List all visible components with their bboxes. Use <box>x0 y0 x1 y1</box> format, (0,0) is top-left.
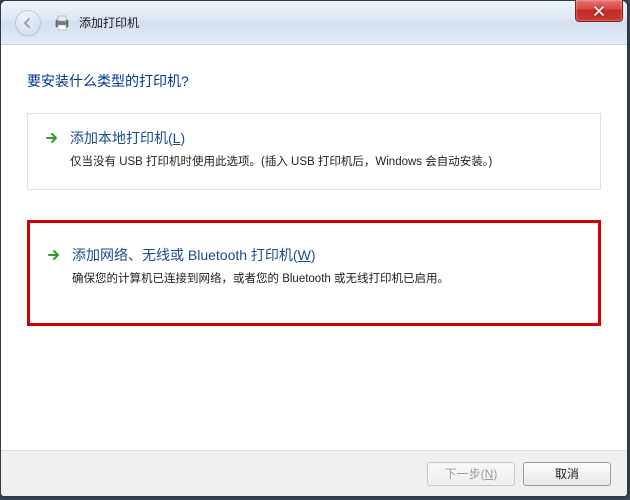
content-area: 要安装什么类型的打印机? 添加本地打印机(L) 仅当没有 USB 打印机时使用此… <box>1 45 627 450</box>
option-title: 添加网络、无线或 Bluetooth 打印机(W) <box>72 245 582 265</box>
close-button[interactable] <box>575 0 623 22</box>
printer-icon <box>53 14 71 32</box>
back-button[interactable] <box>15 10 41 36</box>
option-network-printer[interactable]: 添加网络、无线或 Bluetooth 打印机(W) 确保您的计算机已连接到网络，… <box>27 220 601 325</box>
add-printer-wizard-window: 添加打印机 要安装什么类型的打印机? 添加本地打印机(L) 仅当没有 US <box>0 0 628 497</box>
window-title: 添加打印机 <box>79 14 139 31</box>
arrow-right-icon <box>44 130 60 146</box>
option-body: 添加网络、无线或 Bluetooth 打印机(W) 确保您的计算机已连接到网络，… <box>72 245 582 288</box>
cancel-button[interactable]: 取消 <box>523 462 611 486</box>
close-icon <box>593 6 605 16</box>
back-arrow-icon <box>22 17 34 29</box>
page-heading: 要安装什么类型的打印机? <box>27 71 601 91</box>
footer: 下一步(N) 取消 <box>1 450 627 496</box>
option-description: 仅当没有 USB 打印机时使用此选项。(插入 USB 打印机后，Windows … <box>70 154 584 171</box>
arrow-right-icon <box>46 247 62 263</box>
option-local-printer[interactable]: 添加本地打印机(L) 仅当没有 USB 打印机时使用此选项。(插入 USB 打印… <box>27 113 601 190</box>
option-body: 添加本地打印机(L) 仅当没有 USB 打印机时使用此选项。(插入 USB 打印… <box>70 128 584 171</box>
next-button: 下一步(N) <box>427 462 515 486</box>
option-description: 确保您的计算机已连接到网络，或者您的 Bluetooth 或无线打印机已启用。 <box>72 271 582 288</box>
option-title: 添加本地打印机(L) <box>70 128 584 148</box>
titlebar: 添加打印机 <box>1 1 627 45</box>
